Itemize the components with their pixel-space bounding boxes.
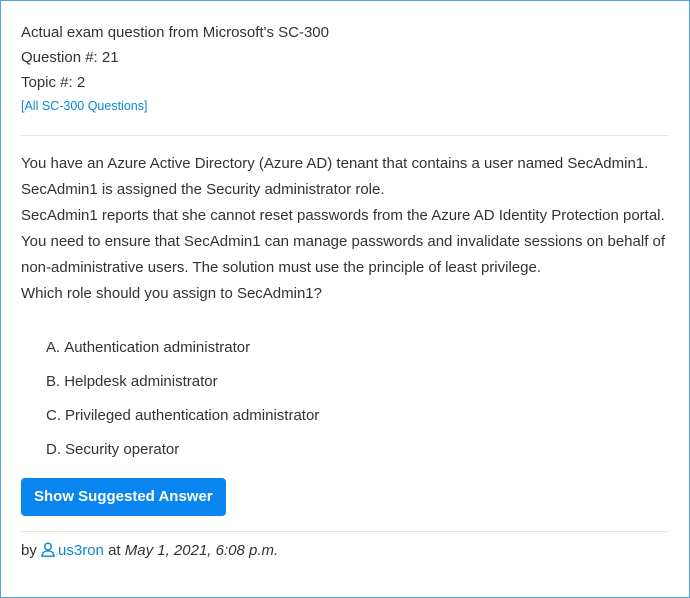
question-paragraph: SecAdmin1 is assigned the Security admin… — [21, 181, 385, 198]
choice-text: Privileged authentication administrator — [65, 407, 320, 424]
footer-divider — [21, 531, 669, 532]
question-paragraph: Which role should you assign to SecAdmin… — [21, 285, 322, 302]
author-username: us3ron — [58, 542, 104, 559]
topic-number: Topic #: 2 — [21, 74, 86, 91]
question-text: You have an Azure Active Directory (Azur… — [21, 151, 669, 307]
choice-text: Helpdesk administrator — [64, 373, 218, 390]
choice-list: A. Authentication administrator B. Helpdes… — [21, 338, 669, 460]
by-label: by — [21, 542, 37, 559]
post-date: May 1, 2021, 6:08 p.m. — [124, 542, 279, 559]
author-link[interactable]: us3ron — [41, 542, 108, 559]
at-label: at — [108, 542, 121, 559]
choice-text: Authentication administrator — [64, 339, 251, 356]
choice-letter: B. — [46, 373, 61, 390]
choice-letter: C. — [46, 407, 61, 424]
choice-b[interactable]: B. Helpdesk administrator — [46, 372, 669, 392]
choice-c[interactable]: C. Privileged authentication administrato… — [46, 406, 669, 426]
header-divider — [21, 135, 669, 136]
all-questions-link[interactable]: [All SC-300 Questions] — [21, 97, 147, 115]
question-card: Actual exam question from Microsoft's SC… — [0, 0, 690, 598]
choice-text: Security operator — [65, 441, 180, 458]
choice-letter: A. — [46, 339, 61, 356]
question-paragraph: SecAdmin1 reports that she cannot reset … — [21, 207, 665, 224]
question-number: Question #: 21 — [21, 49, 119, 66]
choice-a[interactable]: A. Authentication administrator — [46, 338, 669, 358]
question-paragraph: You have an Azure Active Directory (Azur… — [21, 155, 649, 172]
choice-d[interactable]: D. Security operator — [46, 440, 669, 460]
show-suggested-answer-button[interactable]: Show Suggested Answer — [21, 478, 226, 516]
choice-letter: D. — [46, 441, 61, 458]
user-icon — [41, 542, 55, 557]
exam-title: Actual exam question from Microsoft's SC… — [21, 24, 329, 41]
post-footer: by us3ron at May 1, 2021, 6:08 p.m. — [21, 541, 669, 561]
card-body: Actual exam question from Microsoft's SC… — [21, 1, 669, 561]
question-paragraph: You need to ensure that SecAdmin1 can ma… — [21, 233, 666, 276]
